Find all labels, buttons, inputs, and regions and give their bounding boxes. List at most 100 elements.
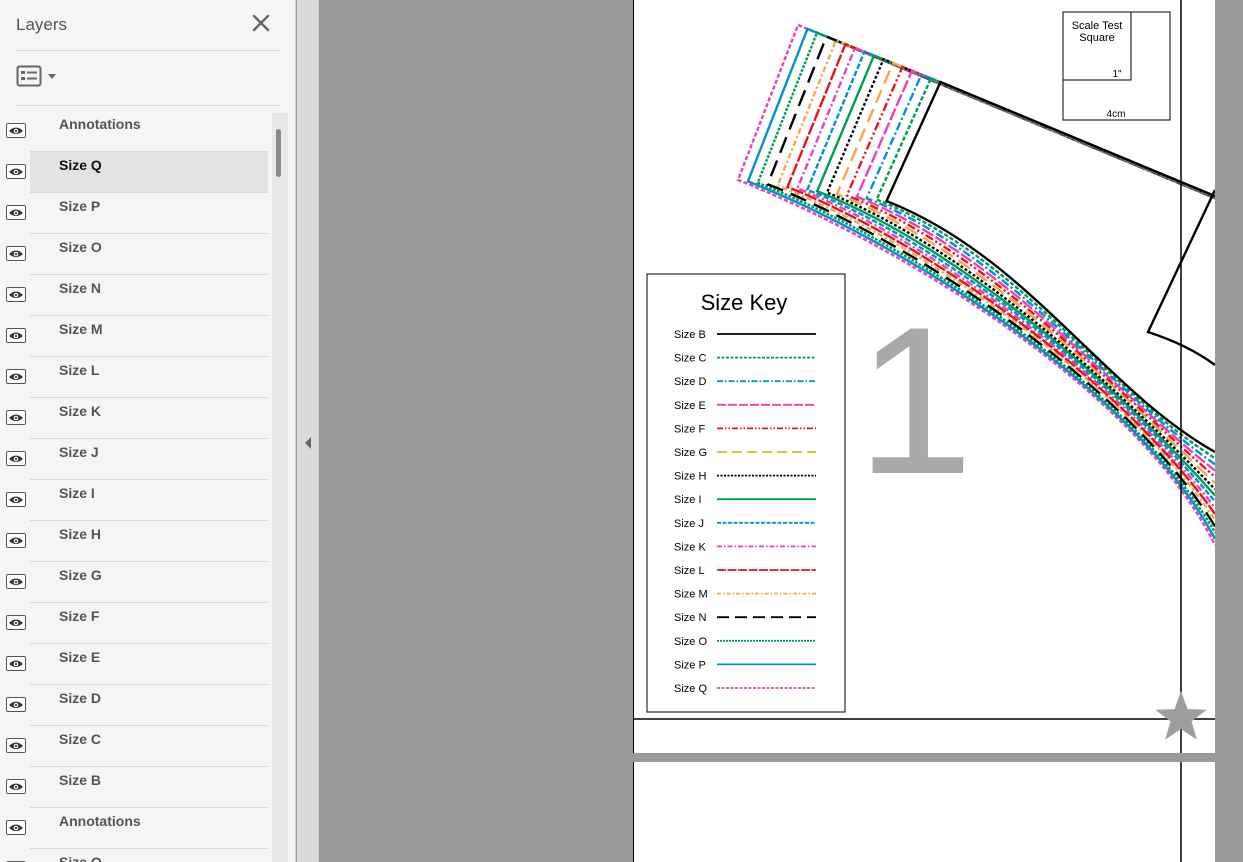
- eye-icon[interactable]: [6, 656, 26, 671]
- layer-row[interactable]: Size M: [0, 316, 268, 357]
- layer-item[interactable]: Size P: [30, 193, 268, 234]
- close-icon[interactable]: [250, 12, 272, 34]
- layer-row[interactable]: Size Q: [0, 152, 268, 193]
- eye-icon[interactable]: [6, 246, 26, 261]
- layer-row[interactable]: Size F: [0, 603, 268, 644]
- layer-item[interactable]: Size J: [30, 439, 268, 480]
- layer-item[interactable]: Size N: [30, 275, 268, 316]
- layer-item[interactable]: Size O: [30, 234, 268, 275]
- eye-icon[interactable]: [6, 820, 26, 835]
- layer-item[interactable]: Size Q: [30, 152, 268, 193]
- panel-divider: [15, 50, 280, 51]
- eye-icon[interactable]: [6, 492, 26, 507]
- collapse-panel-icon[interactable]: [303, 436, 313, 450]
- document-page: [633, 762, 1215, 862]
- eye-icon[interactable]: [6, 123, 26, 138]
- eye-icon[interactable]: [6, 574, 26, 589]
- size-key-title: Size Key: [701, 290, 788, 315]
- layer-label: Size Q: [59, 157, 102, 173]
- layer-item[interactable]: Annotations: [30, 111, 268, 152]
- layer-label: Size P: [59, 198, 101, 214]
- layer-row[interactable]: Size H: [0, 521, 268, 562]
- layer-label: Size J: [59, 444, 99, 460]
- eye-icon[interactable]: [6, 164, 26, 179]
- layer-label: Size M: [59, 321, 103, 337]
- layer-item[interactable]: Annotations: [30, 808, 268, 849]
- size-key-label: Size B: [674, 329, 706, 341]
- layer-row[interactable]: Size E: [0, 644, 268, 685]
- scale-inch-label: 1": [1112, 69, 1122, 80]
- eye-icon[interactable]: [6, 779, 26, 794]
- eye-icon[interactable]: [6, 328, 26, 343]
- eye-icon[interactable]: [6, 615, 26, 630]
- layer-item[interactable]: Size C: [30, 726, 268, 767]
- layer-label: Size H: [59, 526, 102, 542]
- layer-row[interactable]: Size P: [0, 193, 268, 234]
- eye-icon[interactable]: [6, 451, 26, 466]
- layer-item[interactable]: Size Q: [30, 849, 268, 862]
- layer-item[interactable]: Size I: [30, 480, 268, 521]
- layer-label: Annotations: [59, 813, 141, 829]
- layer-label: Size I: [59, 485, 95, 501]
- layer-options-button[interactable]: [16, 63, 60, 89]
- layer-row[interactable]: Annotations: [0, 111, 268, 152]
- size-key-label: Size M: [674, 589, 708, 601]
- layer-item[interactable]: Size E: [30, 644, 268, 685]
- layer-row[interactable]: Size B: [0, 767, 268, 808]
- eye-icon[interactable]: [6, 738, 26, 753]
- layer-row[interactable]: Size L: [0, 357, 268, 398]
- layer-label: Size B: [59, 772, 102, 788]
- layer-row[interactable]: Size J: [0, 439, 268, 480]
- layer-label: Size E: [59, 649, 101, 665]
- size-key-label: Size P: [674, 659, 706, 671]
- size-key-label: Size K: [674, 541, 706, 553]
- layer-item[interactable]: Size G: [30, 562, 268, 603]
- layer-label: Size F: [59, 608, 100, 624]
- layer-row[interactable]: Size Q: [0, 849, 268, 862]
- size-key-label: Size I: [674, 494, 702, 506]
- panel-splitter[interactable]: [297, 0, 319, 862]
- layer-options-icon: [16, 65, 56, 87]
- eye-icon[interactable]: [6, 287, 26, 302]
- size-key-label: Size L: [674, 565, 705, 577]
- scrollbar[interactable]: [272, 113, 288, 862]
- eye-icon[interactable]: [6, 410, 26, 425]
- layer-label: Size K: [59, 403, 102, 419]
- layer-item[interactable]: Size B: [30, 767, 268, 808]
- size-key-label: Size O: [674, 636, 707, 648]
- scale-square-title: Scale Test Square: [1072, 20, 1123, 44]
- layer-label: Size N: [59, 280, 102, 296]
- eye-icon[interactable]: [6, 369, 26, 384]
- scrollbar-thumb[interactable]: [276, 129, 281, 177]
- layer-row[interactable]: Size O: [0, 234, 268, 275]
- page-number: 1: [857, 283, 974, 518]
- layer-item[interactable]: Size K: [30, 398, 268, 439]
- layer-item[interactable]: Size M: [30, 316, 268, 357]
- size-key-label: Size C: [674, 353, 706, 365]
- layer-list: Annotations Size Q Size P Size O Size N Size …: [0, 111, 268, 862]
- layer-row[interactable]: Size D: [0, 685, 268, 726]
- eye-icon[interactable]: [6, 205, 26, 220]
- eye-icon[interactable]: [6, 533, 26, 548]
- layer-label: Size D: [59, 690, 102, 706]
- layer-row[interactable]: Annotations: [0, 808, 268, 849]
- layer-item[interactable]: Size L: [30, 357, 268, 398]
- layer-item[interactable]: Size F: [30, 603, 268, 644]
- layer-row[interactable]: Size N: [0, 275, 268, 316]
- size-key-label: Size D: [674, 376, 706, 388]
- layer-row[interactable]: Size G: [0, 562, 268, 603]
- layer-label: Size C: [59, 731, 102, 747]
- layer-label: Size G: [59, 567, 102, 583]
- layer-label: Size L: [59, 362, 100, 378]
- document-page: Scale Test Square 1" 4cm 1 Size Key Size …: [633, 0, 1215, 753]
- eye-icon[interactable]: [6, 697, 26, 712]
- layers-panel: Layers Annotations Size Q Size P Size O Size…: [0, 0, 296, 862]
- layer-label: Annotations: [59, 116, 141, 132]
- layer-row[interactable]: Size I: [0, 480, 268, 521]
- scale-cm-label: 4cm: [1107, 109, 1126, 120]
- layer-item[interactable]: Size D: [30, 685, 268, 726]
- layer-row[interactable]: Size K: [0, 398, 268, 439]
- layer-item[interactable]: Size H: [30, 521, 268, 562]
- layer-row[interactable]: Size C: [0, 726, 268, 767]
- size-key-label: Size E: [674, 400, 706, 412]
